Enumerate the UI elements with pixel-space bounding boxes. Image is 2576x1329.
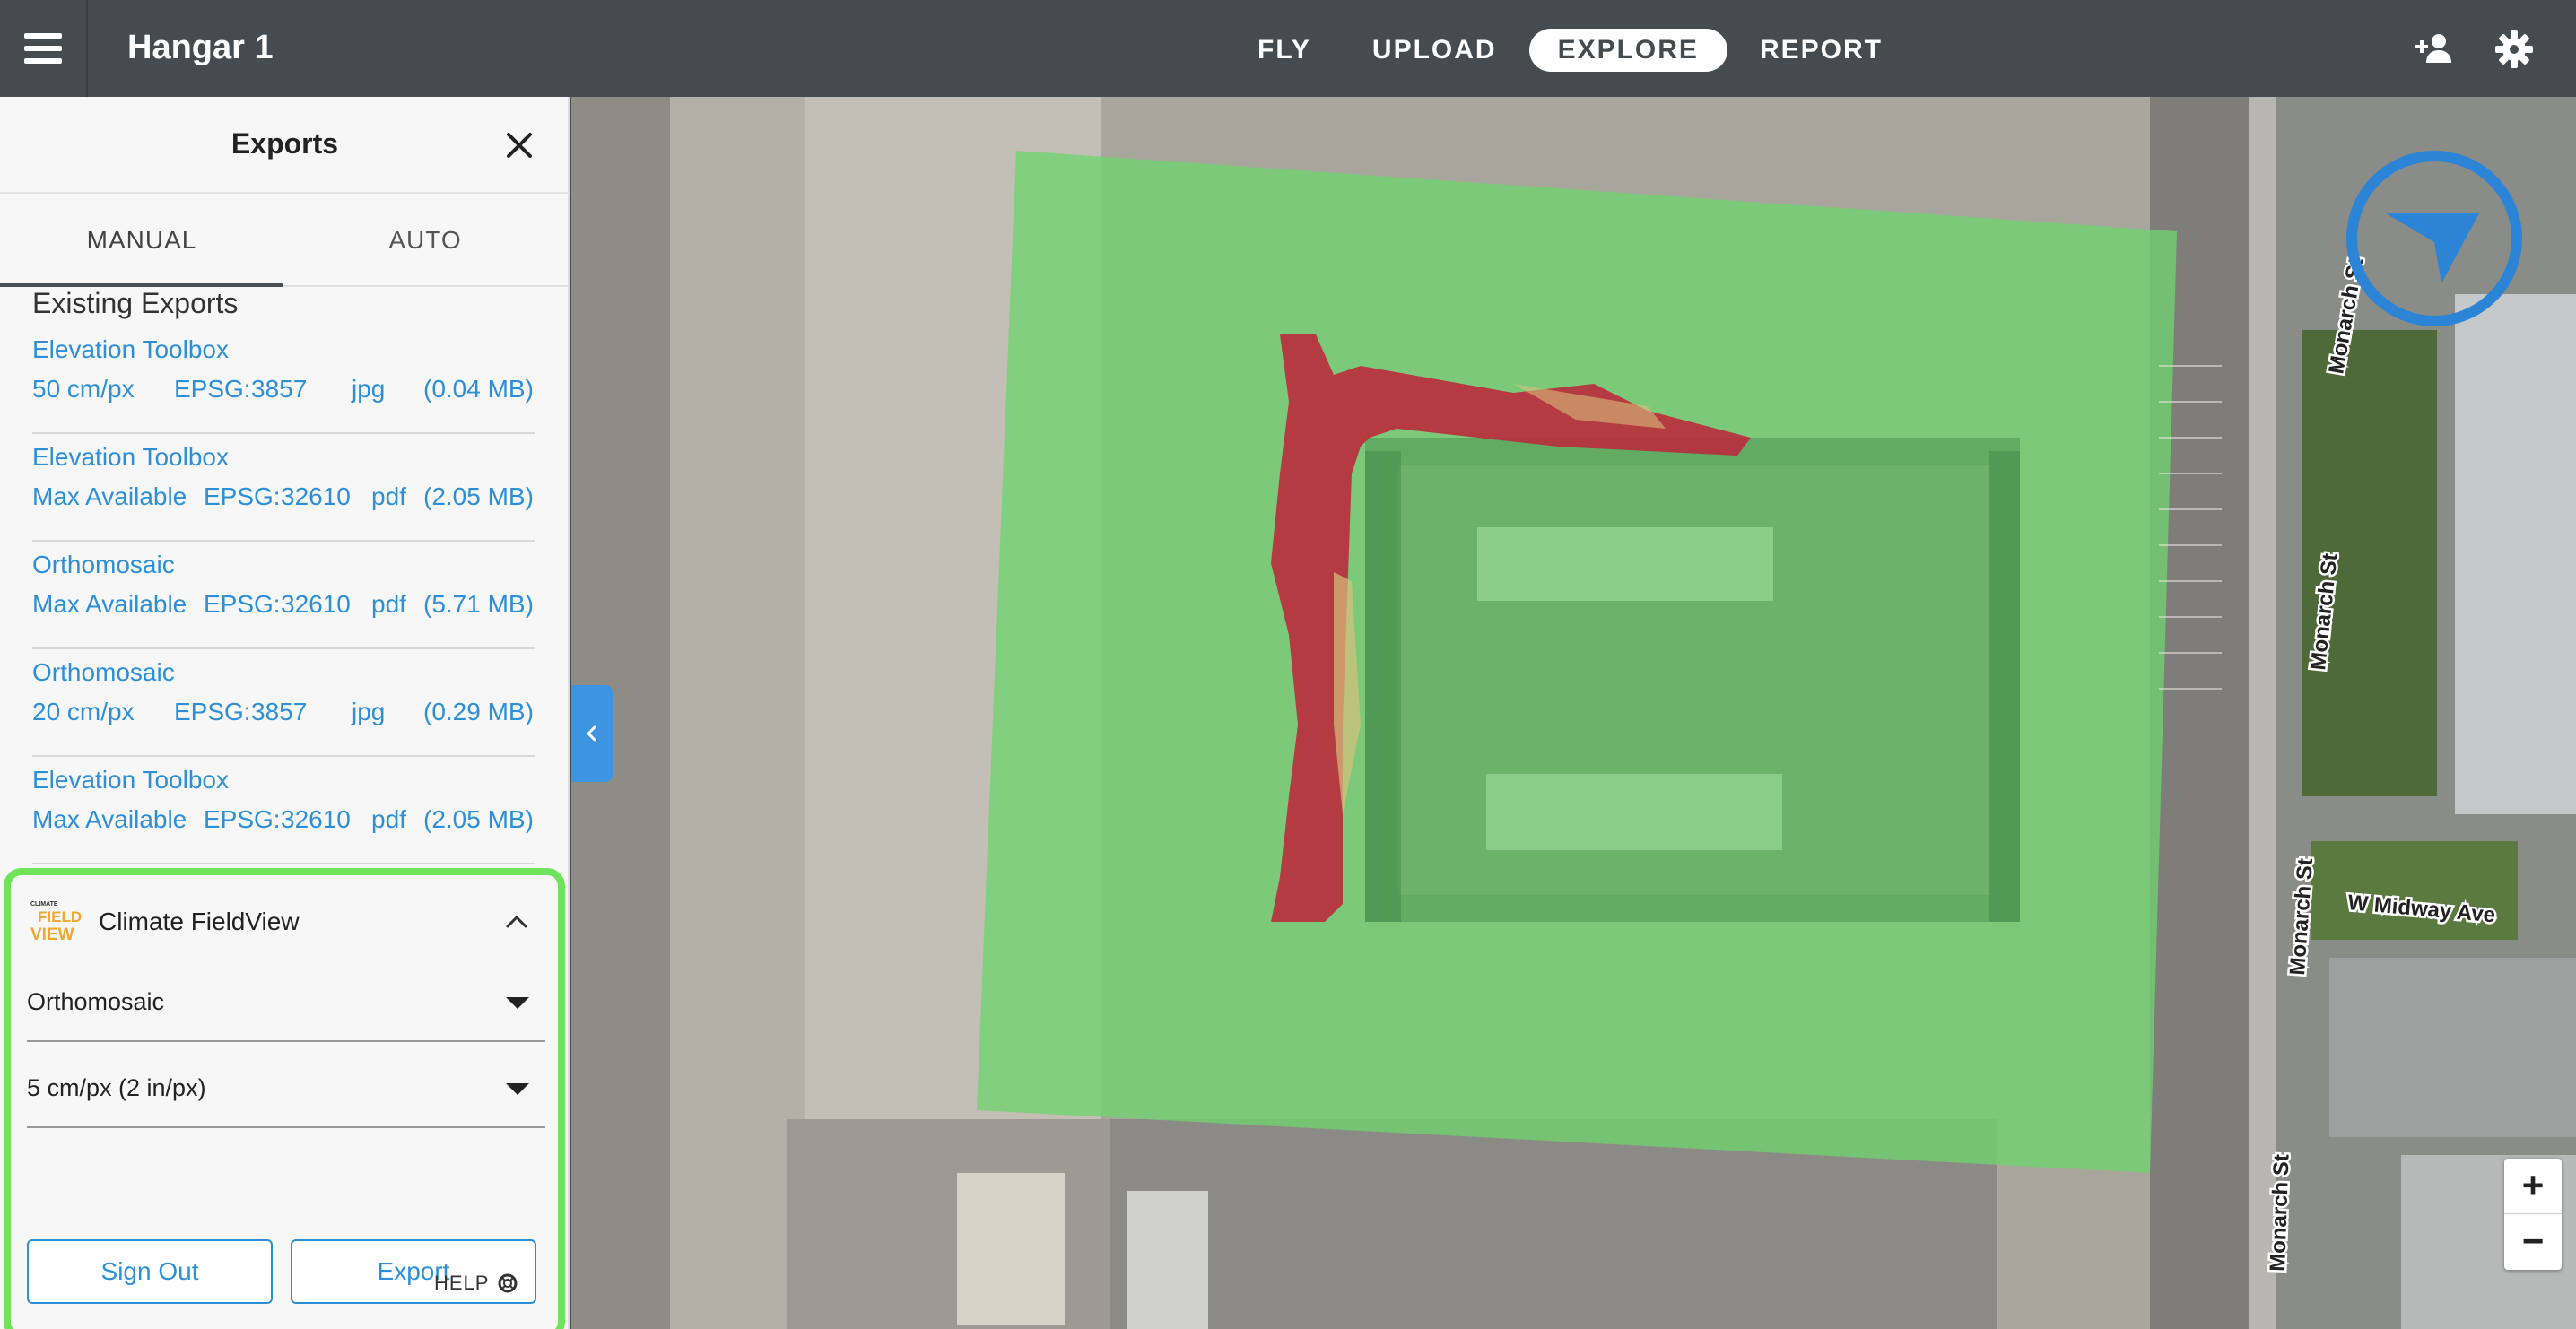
export-name[interactable]: Elevation Toolbox: [32, 335, 229, 364]
export-name[interactable]: Orthomosaic: [32, 658, 175, 687]
sign-out-button[interactable]: Sign Out: [27, 1239, 273, 1304]
export-name[interactable]: Elevation Toolbox: [32, 766, 229, 795]
export-epsg: 32610: [281, 482, 351, 510]
export-size: (0.04 MB): [423, 375, 534, 403]
close-icon[interactable]: [501, 127, 537, 163]
export-format: pdf: [371, 590, 406, 618]
nav-tab-report[interactable]: REPORT: [1731, 29, 1911, 72]
hamburger-menu-icon[interactable]: [0, 0, 88, 97]
export-epsg-label: EPSG:: [174, 698, 251, 725]
export-resolution: Max Available: [32, 482, 187, 510]
export-epsg-label: EPSG:: [204, 482, 281, 510]
export-format: pdf: [371, 805, 406, 833]
nav-tab-explore[interactable]: EXPLORE: [1528, 29, 1727, 72]
logo-text-view: VIEW: [30, 925, 74, 943]
export-format: jpg: [352, 375, 386, 403]
export-list-item[interactable]: Elevation Toolbox Max Available EPSG: 32…: [32, 434, 535, 542]
exports-panel: Exports MANUAL AUTO Existing Exports Ele…: [0, 97, 570, 1329]
help-link[interactable]: HELP: [434, 1272, 518, 1295]
dropdown-caret-icon: [506, 997, 529, 1009]
export-epsg: 3857: [251, 698, 308, 725]
logo-text-climate: CLIMATE: [30, 901, 58, 908]
chevron-left-icon: [587, 725, 596, 742]
export-list-item[interactable]: Elevation Toolbox 50 cm/px EPSG: 3857 jp…: [32, 326, 535, 434]
tab-manual[interactable]: MANUAL: [0, 194, 283, 287]
export-epsg: 3857: [251, 375, 308, 403]
panel-header: Exports: [0, 97, 570, 194]
zoom-controls: + −: [2504, 1159, 2562, 1270]
export-epsg-label: EPSG:: [204, 590, 281, 618]
chevron-up-icon[interactable]: [502, 908, 531, 936]
export-resolution: 20 cm/px: [32, 698, 135, 725]
location-arrow-icon[interactable]: [2345, 149, 2524, 328]
export-resolution: Max Available: [32, 805, 187, 833]
fieldview-title: Climate FieldView: [99, 908, 300, 935]
export-resolution: 50 cm/px: [32, 375, 135, 403]
help-label: HELP: [434, 1272, 490, 1294]
top-bar: Hangar 1 FLY UPLOAD EXPLORE REPORT: [0, 0, 2576, 97]
street-label: Monarch St: [2266, 1154, 2294, 1273]
export-mode-tabs: MANUAL AUTO: [0, 194, 570, 287]
export-resolution: Max Available: [32, 590, 187, 618]
export-epsg-label: EPSG:: [174, 375, 251, 403]
climate-fieldview-logo: CLIMATE FIELD VIEW: [30, 901, 82, 943]
panel-title: Exports: [231, 127, 339, 160]
export-size: (2.05 MB): [423, 805, 534, 833]
gear-icon[interactable]: [2492, 27, 2537, 72]
export-list-item[interactable]: Elevation Toolbox Max Available EPSG: 32…: [32, 757, 535, 864]
export-epsg: 32610: [281, 590, 351, 618]
project-title: Hangar 1: [127, 29, 274, 66]
climate-fieldview-section: CLIMATE FIELD VIEW Climate FieldView Ort…: [4, 868, 565, 1329]
layer-select[interactable]: Orthomosaic: [27, 961, 545, 1042]
export-format: pdf: [371, 482, 406, 510]
export-size: (2.05 MB): [423, 482, 534, 510]
dropdown-caret-icon: [506, 1083, 529, 1095]
export-epsg: 32610: [281, 805, 351, 833]
collapse-panel-button[interactable]: [571, 685, 613, 782]
existing-exports-heading: Existing Exports: [32, 287, 239, 319]
export-format: jpg: [352, 698, 386, 725]
tab-auto[interactable]: AUTO: [283, 194, 567, 287]
export-epsg-label: EPSG:: [204, 805, 281, 833]
layer-select-value: Orthomosaic: [27, 988, 165, 1015]
export-name[interactable]: Elevation Toolbox: [32, 443, 229, 472]
lifebuoy-icon: [498, 1273, 518, 1293]
export-list-item[interactable]: Orthomosaic 20 cm/px EPSG: 3857 jpg (0.2…: [32, 649, 535, 757]
satellite-imagery: Monarch St Monarch St Monarch St Monarch…: [571, 97, 2576, 1329]
export-size: (5.71 MB): [423, 590, 534, 618]
zoom-in-button[interactable]: +: [2504, 1159, 2562, 1214]
nav-tab-fly[interactable]: FLY: [1229, 29, 1340, 72]
main-nav: FLY UPLOAD EXPLORE REPORT: [1229, 29, 1915, 72]
export-list-item[interactable]: Orthomosaic Max Available EPSG: 32610 pd…: [32, 542, 535, 649]
add-user-icon[interactable]: [2413, 27, 2458, 72]
logo-text-field: FIELD: [38, 908, 82, 925]
export-name[interactable]: Orthomosaic: [32, 551, 175, 579]
export-size: (0.29 MB): [423, 698, 534, 725]
nav-tab-upload[interactable]: UPLOAD: [1344, 29, 1526, 72]
zoom-out-button[interactable]: −: [2504, 1214, 2562, 1270]
resolution-select[interactable]: 5 cm/px (2 in/px): [27, 1047, 545, 1128]
resolution-select-value: 5 cm/px (2 in/px): [27, 1074, 206, 1101]
map-view[interactable]: Monarch St Monarch St Monarch St Monarch…: [571, 97, 2576, 1329]
